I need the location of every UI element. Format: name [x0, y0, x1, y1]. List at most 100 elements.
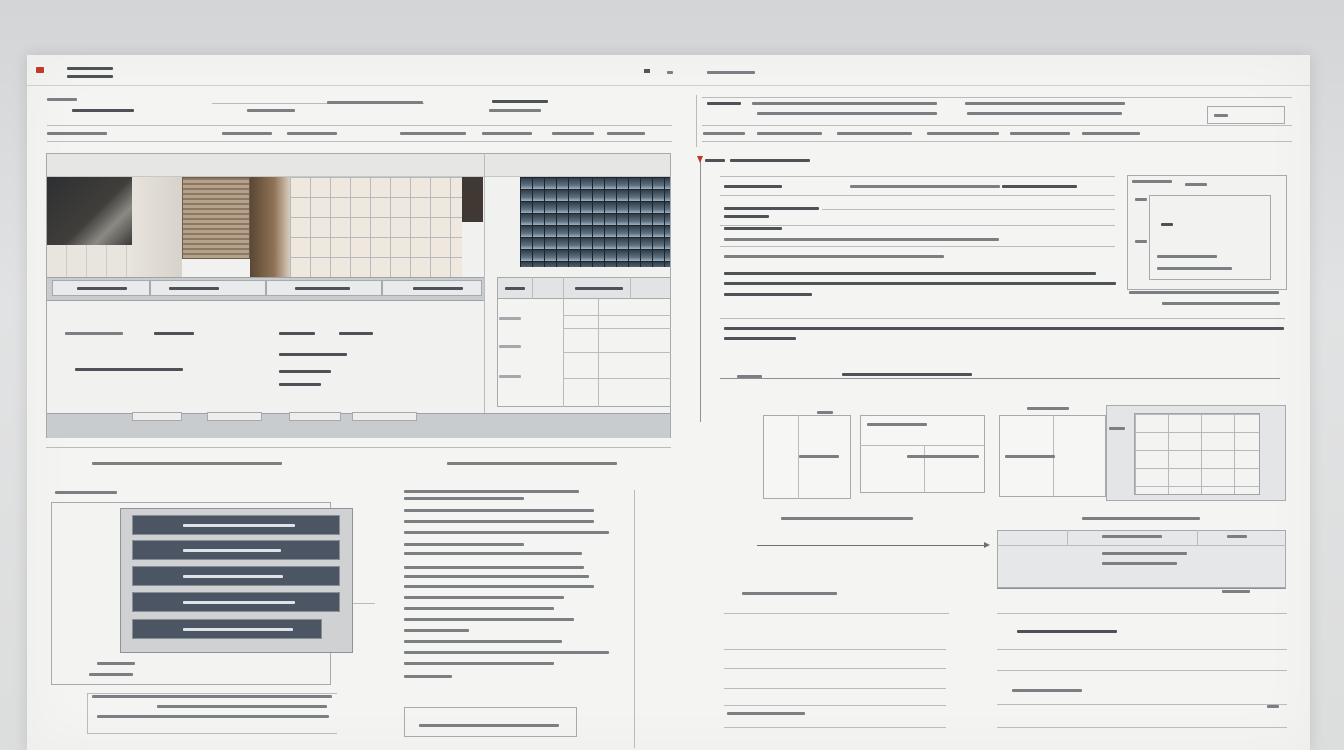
toolbar-tab[interactable] [287, 132, 337, 135]
doc-rule [720, 246, 1115, 247]
menu-footer-text [89, 673, 133, 676]
menu-connector [353, 603, 375, 604]
gallery-image-dark[interactable] [47, 177, 132, 245]
toolbar-tab[interactable] [837, 132, 912, 135]
detail-form-text [1157, 255, 1217, 258]
section-heading [447, 462, 617, 465]
doc-line [724, 255, 944, 258]
doc-line [724, 282, 1116, 285]
paragraph-line [404, 675, 452, 678]
gallery-image-wall[interactable] [132, 177, 182, 277]
gallery-caption-cell[interactable] [266, 280, 382, 296]
menu-footer-rule [87, 733, 337, 734]
gallery-image-door[interactable] [250, 177, 290, 277]
side-table-row [563, 378, 671, 379]
note-box-text [419, 724, 559, 727]
header-bar [27, 55, 1310, 86]
header-nav-scribble[interactable] [667, 71, 673, 74]
gallery-image-cabinet[interactable] [462, 177, 483, 222]
header-nav-scribble[interactable] [707, 71, 755, 74]
summary-table-text [1227, 535, 1247, 538]
paragraph-line [404, 629, 469, 632]
caption-text [295, 287, 350, 290]
toolbar-tab[interactable] [607, 132, 645, 135]
side-table-col [563, 277, 564, 407]
summary-table-row [997, 588, 1286, 589]
hero-footer-button[interactable] [207, 412, 262, 421]
hero-label [279, 383, 321, 386]
gallery-image-tiles[interactable] [290, 177, 462, 277]
doc-line [850, 185, 1000, 188]
toolbar-rule [702, 97, 1292, 98]
summary-table-text [1102, 552, 1187, 555]
doc-line [1012, 689, 1082, 692]
gallery-image-shutter[interactable] [182, 177, 250, 259]
menu-item-5[interactable] [132, 619, 322, 639]
gallery-divider [484, 154, 485, 437]
plan-diagram-b [860, 415, 985, 493]
menu-item-label [183, 628, 293, 631]
toolbar-divider [47, 125, 672, 126]
toolbar-tab[interactable] [482, 132, 532, 135]
doc-line [724, 238, 999, 241]
hero-footer-button[interactable] [132, 412, 182, 421]
detail-form-text [1162, 302, 1280, 305]
paragraph-line [404, 566, 584, 569]
doc-line [724, 327, 1284, 330]
detail-form-text [1157, 267, 1232, 270]
doc-line [727, 712, 805, 715]
paragraph-line [404, 490, 579, 493]
menu-item-3[interactable] [132, 566, 340, 586]
gallery-caption-cell[interactable] [150, 280, 266, 296]
toolbar-label [492, 100, 548, 103]
toolbar-label [967, 112, 1122, 115]
caption-text [77, 287, 127, 290]
plan-label [799, 455, 839, 458]
hero-label [279, 370, 331, 373]
side-table-cell [499, 345, 521, 348]
menu-item-4[interactable] [132, 592, 340, 612]
doc-rule [997, 613, 1287, 614]
toolbar-tab[interactable] [1010, 132, 1070, 135]
search-input[interactable] [1207, 106, 1285, 124]
detail-form-text [1185, 183, 1207, 186]
paragraph-line [404, 543, 524, 546]
hero-footer-button[interactable] [289, 412, 341, 421]
toolbar-tab[interactable] [703, 132, 745, 135]
toolbar-tab[interactable] [757, 132, 822, 135]
toolbar-tab[interactable] [552, 132, 594, 135]
side-table-col [630, 277, 631, 299]
column-divider [696, 95, 697, 147]
doc-heading [705, 159, 725, 162]
toolbar-tab[interactable] [47, 132, 107, 135]
doc-rule [724, 727, 946, 728]
plan-label [817, 411, 833, 414]
doc-caption [1082, 517, 1200, 520]
gallery-image-blue-tiles[interactable] [520, 177, 670, 267]
menu-footer-text [97, 715, 329, 718]
header-title-scribble [67, 75, 113, 78]
toolbar-tab[interactable] [1082, 132, 1140, 135]
menu-footer-text [97, 662, 135, 665]
logo-mark-icon [36, 67, 44, 73]
doc-rule [720, 176, 1115, 177]
side-table-col [532, 277, 533, 299]
gallery-caption-cell[interactable] [382, 280, 482, 296]
menu-item-2[interactable] [132, 540, 340, 560]
menu-item-1[interactable] [132, 515, 340, 535]
plan-diagram-d-grid [1134, 413, 1260, 495]
menu-item-label [183, 575, 283, 578]
toolbar-tab[interactable] [927, 132, 999, 135]
paragraph-line [404, 607, 554, 610]
side-table-row [563, 352, 671, 353]
toolbar-tab[interactable] [222, 132, 272, 135]
caption-text [169, 287, 219, 290]
gallery-caption-cell[interactable] [52, 280, 150, 296]
hero-footer-button[interactable] [352, 412, 417, 421]
toolbar-tab[interactable] [400, 132, 466, 135]
arrow-right-icon [984, 542, 990, 548]
summary-table-text [1102, 535, 1162, 538]
search-input-text [1214, 114, 1228, 117]
arrow-guide-line [700, 158, 701, 422]
doc-line [724, 293, 812, 296]
